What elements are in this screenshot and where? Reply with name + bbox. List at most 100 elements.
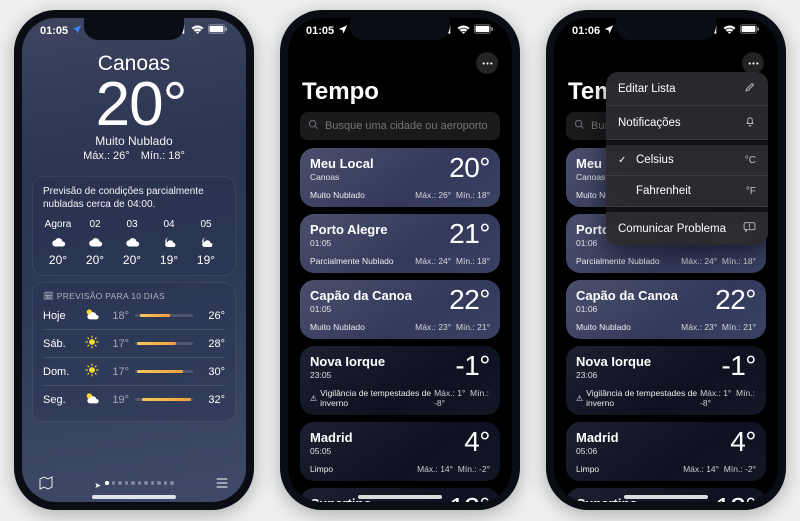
location-temp: 22°: [715, 288, 756, 312]
location-subtitle: 23:05: [310, 370, 385, 380]
location-condition: Limpo: [576, 464, 599, 474]
day-row[interactable]: Dom. 17° 30°: [43, 357, 225, 385]
notch: [350, 18, 450, 40]
weather-icon: [88, 234, 103, 249]
battery-icon: [208, 24, 228, 37]
menu-celsius[interactable]: ✓Celsius °C: [606, 145, 768, 176]
location-condition: Parcialmente Nublado: [310, 256, 394, 266]
day-low: 17°: [107, 366, 129, 378]
location-condition: Muito Nublado: [310, 322, 365, 332]
list-button[interactable]: [214, 475, 230, 496]
location-name: Capão da Canoa: [310, 288, 412, 303]
hour-label: 05: [200, 219, 211, 230]
location-card[interactable]: Madrid 05:06 4° LimpoMáx.: 14° Mín.: -2°: [566, 422, 766, 481]
options-menu: Editar Lista Notificações ✓Celsius °C Fa…: [606, 72, 768, 245]
search-field[interactable]: [300, 112, 500, 140]
day-high: 32°: [199, 394, 225, 406]
home-indicator[interactable]: [624, 495, 708, 499]
day-name: Dom.: [43, 366, 77, 378]
location-hilo: Máx.: 1° Mín.: -8°: [434, 388, 490, 408]
hourly-forecast-card[interactable]: Previsão de condições parcialmente nubla…: [32, 176, 236, 276]
menu-notifications[interactable]: Notificações: [606, 106, 768, 140]
day-row[interactable]: Hoje 18° 26°: [43, 302, 225, 329]
location-condition: Limpo: [310, 464, 333, 474]
location-card[interactable]: Capão da Canoa 01:05 22° Muito NubladoMá…: [300, 280, 500, 339]
page-title: Tempo: [300, 78, 500, 112]
warning-icon: ⚠︎: [576, 394, 583, 403]
hour-temp: 20°: [86, 253, 104, 267]
weather-alert: ⚠︎Vigilância de tempestades de inverno: [310, 388, 434, 408]
bottom-toolbar: ➤: [22, 475, 246, 496]
location-hilo: Máx.: 14° Mín.: -2°: [417, 464, 490, 474]
hour-column: 03 20°: [117, 219, 147, 267]
more-button[interactable]: [742, 52, 764, 74]
hi-lo: Máx.: 26° Mín.: 18°: [30, 150, 238, 162]
hour-column: 05 19°: [191, 219, 221, 267]
hour-column: 02 20°: [80, 219, 110, 267]
location-arrow-icon: [338, 24, 348, 37]
ten-day-card[interactable]: 🗓 PREVISÃO PARA 10 DIAS Hoje 18° 26°Sáb.…: [32, 282, 236, 422]
menu-edit-list[interactable]: Editar Lista: [606, 72, 768, 106]
search-input[interactable]: [325, 120, 492, 132]
location-card[interactable]: Capão da Canoa 01:06 22° Muito NubladoMá…: [566, 280, 766, 339]
temp-range-bar: [135, 370, 193, 373]
location-card[interactable]: Nova Iorque 23:05 -1° ⚠︎Vigilância de te…: [300, 346, 500, 415]
unit-label: °F: [746, 186, 756, 197]
day-row[interactable]: Seg. 19° 32°: [43, 385, 225, 413]
location-card[interactable]: Nova Iorque 23:06 -1° ⚠︎Vigilância de te…: [566, 346, 766, 415]
location-hilo: Máx.: 26° Mín.: 18°: [415, 190, 490, 200]
weather-icon: [125, 234, 140, 249]
weather-icon: [83, 335, 101, 352]
day-low: 18°: [107, 310, 129, 322]
phone-weather-list: 01:05 Tempo Meu Local Canoas 20° Muito N…: [280, 10, 520, 510]
location-name: Madrid: [310, 430, 353, 445]
map-button[interactable]: [38, 475, 54, 496]
hour-label: Agora: [45, 219, 72, 230]
location-card[interactable]: Porto Alegre 01:05 21° Parcialmente Nubl…: [300, 214, 500, 273]
hour-column: 04 19°: [154, 219, 184, 267]
hero-weather: Canoas 20° Muito Nublado Máx.: 26° Mín.:…: [22, 52, 246, 168]
weather-icon: [83, 391, 101, 408]
location-temp: 20°: [449, 156, 490, 180]
hour-temp: 19°: [197, 253, 215, 267]
hour-label: 03: [126, 219, 137, 230]
menu-fahrenheit[interactable]: Fahrenheit °F: [606, 176, 768, 207]
temp-range-bar: [135, 342, 193, 345]
location-card[interactable]: Meu Local Canoas 20° Muito NubladoMáx.: …: [300, 148, 500, 207]
wifi-icon: [457, 24, 470, 37]
search-icon: [308, 117, 319, 135]
status-time: 01:06: [572, 25, 600, 37]
home-indicator[interactable]: [358, 495, 442, 499]
location-subtitle: 01:05: [310, 304, 412, 314]
weather-icon: [51, 234, 66, 249]
hi-label: Máx.: 26°: [83, 150, 130, 162]
location-temp: 21°: [449, 222, 490, 246]
day-row[interactable]: Sáb. 17° 28°: [43, 329, 225, 357]
menu-report-problem[interactable]: Comunicar Problema: [606, 212, 768, 245]
location-condition: Parcialmente Nublado: [576, 256, 660, 266]
location-arrow-icon: ➤: [94, 481, 101, 490]
location-subtitle: Canoas: [310, 172, 374, 182]
location-condition: Muito Nublado: [310, 190, 365, 200]
location-temp: -1°: [721, 354, 756, 378]
weather-icon: [162, 234, 177, 249]
location-temp: 4°: [464, 430, 490, 454]
home-indicator[interactable]: [92, 495, 176, 499]
more-button[interactable]: [476, 52, 498, 74]
hour-temp: 19°: [160, 253, 178, 267]
temp-range-bar: [135, 314, 193, 317]
location-card[interactable]: Madrid 05:05 4° LimpoMáx.: 14° Mín.: -2°: [300, 422, 500, 481]
page-dots[interactable]: ➤: [94, 481, 173, 490]
ellipsis-icon: [481, 57, 494, 70]
forecast-summary: Previsão de condições parcialmente nubla…: [43, 185, 225, 211]
location-hilo: Máx.: 24° Mín.: 18°: [415, 256, 490, 266]
location-subtitle: 01:06: [576, 304, 678, 314]
status-time: 01:05: [40, 25, 68, 37]
day-high: 30°: [199, 366, 225, 378]
day-name: Sáb.: [43, 338, 77, 350]
location-arrow-icon: [604, 24, 614, 37]
checkmark-icon: ✓: [618, 155, 630, 166]
location-name: Madrid: [576, 430, 619, 445]
battery-icon: [740, 24, 760, 37]
day-low: 19°: [107, 394, 129, 406]
